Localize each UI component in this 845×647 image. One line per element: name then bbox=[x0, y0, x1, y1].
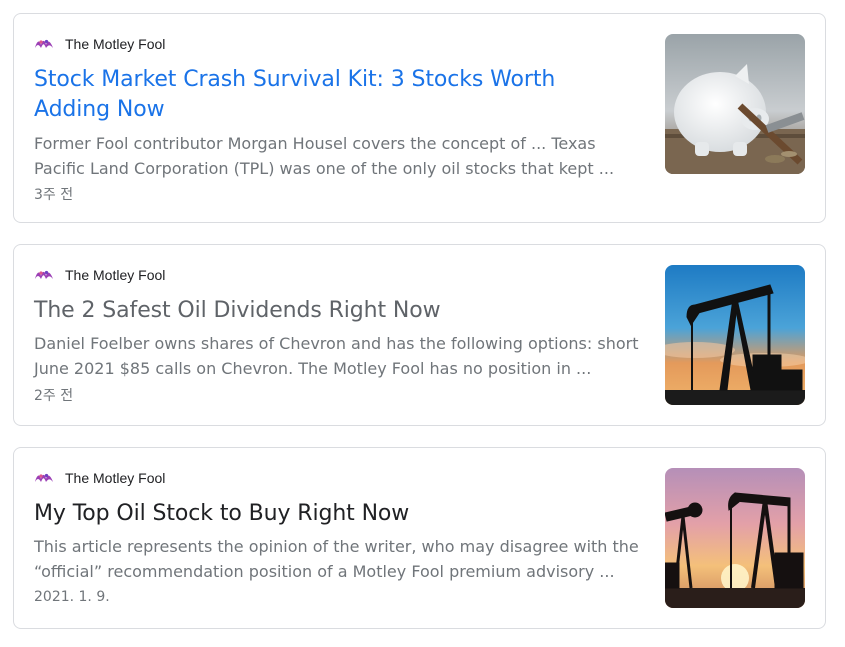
news-card[interactable]: The Motley Fool My Top Oil Stock to Buy … bbox=[13, 447, 826, 629]
piggy-bank-thumbnail[interactable] bbox=[665, 34, 805, 174]
news-date: 2021. 1. 9. bbox=[34, 589, 110, 605]
motley-fool-logo-icon bbox=[34, 268, 54, 282]
oil-pumpjacks-thumbnail[interactable] bbox=[665, 468, 805, 608]
news-card[interactable]: The Motley Fool Stock Market Crash Survi… bbox=[13, 13, 826, 223]
news-snippet: Former Fool contributor Morgan Housel co… bbox=[34, 134, 615, 178]
motley-fool-logo-icon bbox=[34, 37, 54, 51]
source-name: The Motley Fool bbox=[65, 470, 166, 486]
oil-pumpjack-thumbnail[interactable] bbox=[665, 265, 805, 405]
news-card[interactable]: The Motley Fool The 2 Safest Oil Dividen… bbox=[13, 244, 826, 426]
news-source: The Motley Fool bbox=[34, 36, 165, 52]
news-date: 3주 전 bbox=[34, 187, 74, 203]
news-title-link[interactable]: Stock Market Crash Survival Kit: 3 Stock… bbox=[34, 65, 624, 125]
news-source: The Motley Fool bbox=[34, 470, 165, 486]
news-title-link[interactable]: The 2 Safest Oil Dividends Right Now bbox=[34, 296, 624, 326]
news-title-link[interactable]: My Top Oil Stock to Buy Right Now bbox=[34, 499, 624, 529]
news-date: 2주 전 bbox=[34, 388, 74, 404]
news-source: The Motley Fool bbox=[34, 267, 165, 283]
source-name: The Motley Fool bbox=[65, 36, 166, 52]
news-snippet: Daniel Foelber owns shares of Chevron an… bbox=[34, 334, 639, 378]
motley-fool-logo-icon bbox=[34, 471, 54, 485]
source-name: The Motley Fool bbox=[65, 267, 166, 283]
news-snippet: This article represents the opinion of t… bbox=[34, 537, 639, 581]
